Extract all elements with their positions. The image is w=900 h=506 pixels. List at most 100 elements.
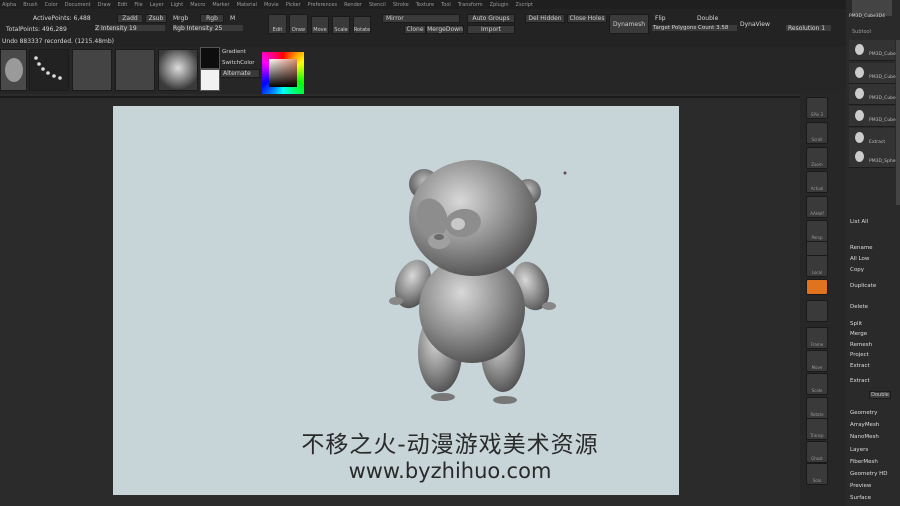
list-all-button[interactable]: List All	[850, 219, 868, 225]
rgb-button[interactable]: Rgb	[200, 14, 224, 23]
zsub-button[interactable]: Zsub	[145, 14, 167, 23]
dynamesh-button[interactable]: Dynamesh	[609, 14, 649, 34]
menu-item[interactable]: Material	[237, 2, 257, 8]
all-low-button[interactable]: All Low	[850, 256, 869, 262]
section-header[interactable]: Geometry HD	[850, 471, 888, 477]
menu-item[interactable]: Stencil	[369, 2, 386, 8]
duplicate-button[interactable]: Duplicate	[850, 283, 876, 289]
delete-button[interactable]: Delete	[850, 304, 868, 310]
subtool-thumb-icon	[855, 110, 864, 121]
menu-item[interactable]: Light	[171, 2, 183, 8]
menu-item[interactable]: Transform	[458, 2, 483, 8]
rotate-button[interactable]: Rotate	[353, 16, 371, 34]
menu-item[interactable]: Stroke	[393, 2, 409, 8]
subtool-item[interactable]: PM3D_Cube3D1	[849, 40, 900, 61]
stroke-thumbnail[interactable]	[29, 49, 69, 91]
project-button[interactable]: Project	[850, 352, 869, 358]
menu-item[interactable]: Picker	[286, 2, 301, 8]
mrgb-button[interactable]: Mrgb	[173, 15, 188, 22]
menu-item[interactable]: Color	[45, 2, 58, 8]
subtool-thumb-icon	[855, 132, 864, 143]
alternate-button[interactable]: Alternate	[220, 69, 260, 78]
del-hidden-button[interactable]: Del Hidden	[525, 14, 565, 23]
resolution-label: Resolution 1	[788, 25, 826, 32]
menu-item[interactable]: Tool	[441, 2, 451, 8]
switch-color-label[interactable]: SwitchColor	[222, 60, 255, 66]
shelf-button[interactable]	[806, 279, 828, 295]
merge-button[interactable]: Merge	[850, 331, 867, 337]
top-divider	[0, 96, 800, 98]
extract-button[interactable]: Extract	[850, 378, 870, 384]
clone-button[interactable]: Clone	[404, 25, 426, 34]
secondary-color-swatch[interactable]	[200, 69, 220, 91]
subtool-item[interactable]: Extract	[849, 128, 895, 149]
copy-button[interactable]: Copy	[850, 267, 864, 273]
subtool-item[interactable]: PM3D_Cube	[849, 63, 896, 84]
section-header[interactable]: Preview	[850, 483, 871, 489]
section-header[interactable]: Surface	[850, 495, 871, 501]
menu-item[interactable]: Alpha	[2, 2, 16, 8]
shelf-label: Local	[811, 270, 823, 275]
section-header[interactable]: FiberMesh	[850, 459, 878, 465]
color-picker-square[interactable]	[269, 59, 297, 87]
shelf-label: Persp	[811, 235, 823, 240]
menu-item[interactable]: Zscript	[516, 2, 533, 8]
edit-button[interactable]: Edit	[268, 14, 287, 34]
move-button[interactable]: Move	[311, 16, 329, 34]
subtool-item[interactable]: PM3D_Cube	[849, 84, 896, 105]
menu-item[interactable]: Movie	[264, 2, 279, 8]
zadd-button[interactable]: Zadd	[117, 14, 143, 23]
menu-item[interactable]: Layer	[150, 2, 164, 8]
menu-item[interactable]: Render	[344, 2, 362, 8]
menu-item[interactable]: Zplugin	[490, 2, 509, 8]
menu-item[interactable]: Brush	[23, 2, 37, 8]
section-header[interactable]: NanoMesh	[850, 434, 879, 440]
shelf-label: Solo	[812, 478, 822, 483]
scale-button[interactable]: Scale	[332, 16, 350, 34]
double-toggle[interactable]: Double	[869, 391, 891, 399]
mirror-button[interactable]: Mirror	[382, 14, 460, 23]
auto-groups-button[interactable]: Auto Groups	[467, 14, 515, 23]
subtool-thumb-icon	[855, 151, 864, 162]
subtool-item[interactable]: PM3D_Sphere	[849, 147, 900, 168]
split-button[interactable]: Split	[850, 321, 862, 327]
flip-button[interactable]: Flip	[655, 15, 666, 22]
menu-item[interactable]: Document	[65, 2, 91, 8]
extract-header[interactable]: Extract	[850, 363, 870, 369]
menu-item[interactable]: Macro	[190, 2, 205, 8]
shelf-button[interactable]	[806, 300, 828, 322]
gradient-label[interactable]: Gradient	[222, 49, 246, 55]
primary-color-swatch[interactable]	[200, 47, 220, 69]
subtool-label: PM3D_Cube	[869, 118, 896, 123]
menu-item[interactable]: Preferences	[308, 2, 337, 8]
menu-item[interactable]: Marker	[212, 2, 229, 8]
double-button[interactable]: Double	[697, 15, 718, 22]
remesh-button[interactable]: Remesh	[850, 342, 872, 348]
section-header[interactable]: ArrayMesh	[850, 422, 879, 428]
m-button[interactable]: M	[230, 15, 235, 22]
subtool-thumb-icon	[855, 88, 864, 99]
subtool-thumb-icon	[855, 44, 864, 55]
alpha-thumbnail[interactable]	[72, 49, 112, 91]
menu-item[interactable]: Draw	[98, 2, 111, 8]
import-button[interactable]: Import	[467, 25, 515, 34]
shelf-label: AAHalf	[810, 211, 824, 216]
color-picker[interactable]	[262, 52, 304, 94]
subtool-scrollbar[interactable]	[896, 40, 900, 205]
texture-thumbnail[interactable]	[115, 49, 155, 91]
close-holes-button[interactable]: Close Holes	[567, 14, 607, 23]
rename-button[interactable]: Rename	[850, 245, 873, 251]
subtool-label: Extract	[869, 140, 886, 145]
menu-item[interactable]: File	[134, 2, 142, 8]
menu-item[interactable]: Edit	[118, 2, 128, 8]
subtool-label: PM3D_Cube	[869, 96, 896, 101]
material-thumbnail[interactable]	[158, 49, 198, 91]
draw-button[interactable]: Draw	[289, 14, 308, 34]
brush-thumbnail[interactable]	[0, 49, 27, 91]
subtool-item[interactable]: PM3D_Cube	[849, 106, 896, 127]
shelf-label: Move	[811, 365, 823, 370]
menu-item[interactable]: Texture	[416, 2, 434, 8]
section-header[interactable]: Layers	[850, 447, 868, 453]
section-header[interactable]: Geometry	[850, 410, 877, 416]
merge-down-button[interactable]: MergeDown	[426, 25, 464, 34]
